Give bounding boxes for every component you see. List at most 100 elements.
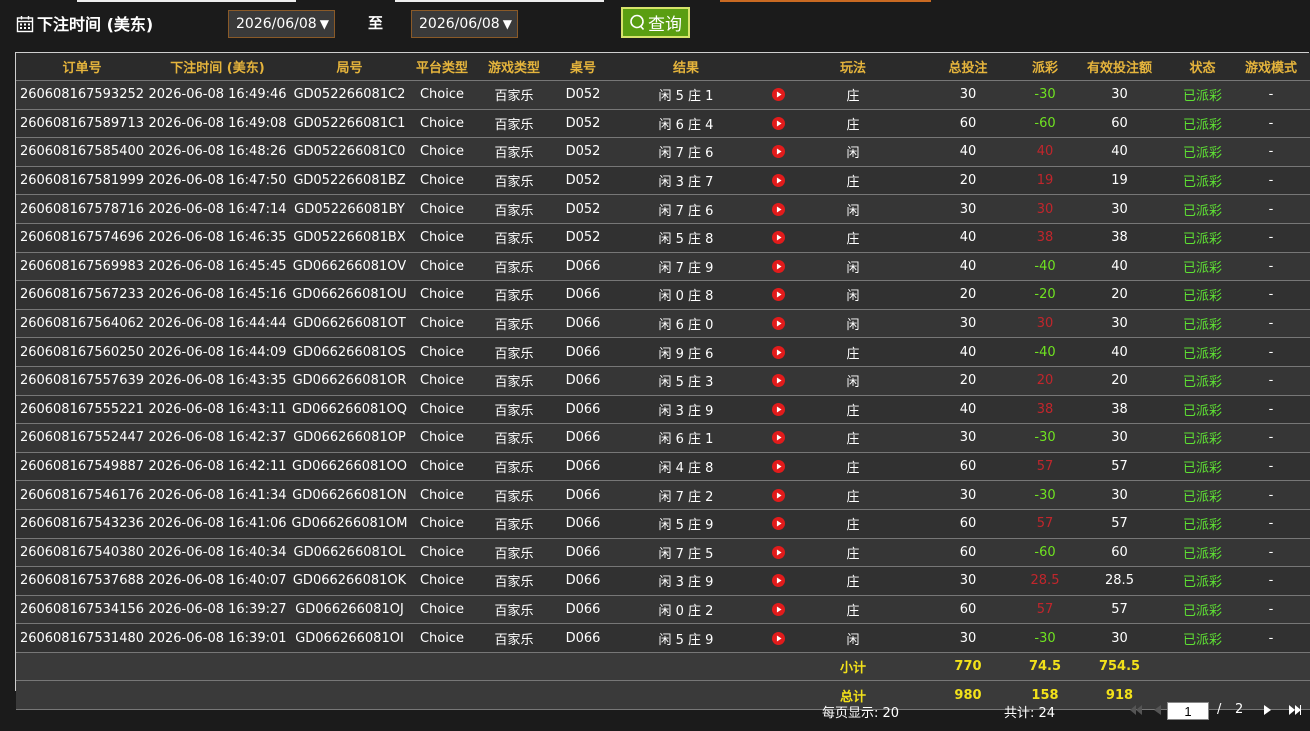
cell-table-no: D066 xyxy=(556,252,610,282)
play-icon[interactable] xyxy=(771,145,785,159)
table-row: 260608167552447 2026-06-08 16:42:37 GD0662… xyxy=(16,423,1310,453)
cell-bet-type: 庄 xyxy=(794,566,912,596)
end-date-select[interactable]: 2026/06/08 ▼ xyxy=(411,10,518,38)
cell-game-type: 百家乐 xyxy=(472,109,556,139)
cell-status: 已派彩 xyxy=(1173,137,1232,167)
replay-cell xyxy=(762,480,794,510)
start-date-value: 2026/06/08 xyxy=(236,16,317,32)
cell-order-id: 260608167555221 xyxy=(16,395,148,425)
cell-payout: -60 xyxy=(1024,109,1066,139)
cell-table-no: D066 xyxy=(556,423,610,453)
cell-round-id: GD052266081BY xyxy=(287,194,412,224)
cell-game-type: 百家乐 xyxy=(472,337,556,367)
filter-bar: 下注时间 (美东) 2026/06/08 ▼ 至 2026/06/08 ▼ 查询 xyxy=(0,0,1310,50)
cell-total-bet: 30 xyxy=(912,309,1024,339)
cell-game-mode: - xyxy=(1232,538,1310,568)
cell-game-type: 百家乐 xyxy=(472,309,556,339)
cell-table-no: D052 xyxy=(556,80,610,110)
cell-total-bet: 30 xyxy=(912,480,1024,510)
last-page-icon[interactable] xyxy=(1289,705,1301,715)
cell-order-id: 260608167564062 xyxy=(16,309,148,339)
cell-payout: 57 xyxy=(1024,452,1066,482)
play-icon[interactable] xyxy=(771,202,785,216)
cell-game-mode: - xyxy=(1232,166,1310,196)
cell-valid-bet: 57 xyxy=(1066,452,1173,482)
cell-valid-bet: 30 xyxy=(1066,480,1173,510)
play-icon[interactable] xyxy=(771,116,785,130)
cell-table-no: D052 xyxy=(556,223,610,253)
page-number-input[interactable] xyxy=(1167,702,1209,720)
play-icon[interactable] xyxy=(771,517,785,531)
play-icon[interactable] xyxy=(771,288,785,302)
cell-result: 闲 6 庄 0 xyxy=(610,309,762,339)
cell-order-id: 260608167557639 xyxy=(16,366,148,396)
cell-valid-bet: 30 xyxy=(1066,423,1173,453)
play-icon[interactable] xyxy=(771,631,785,645)
play-icon[interactable] xyxy=(771,460,785,474)
play-icon[interactable] xyxy=(771,545,785,559)
cell-round-id: GD052266081BX xyxy=(287,223,412,253)
query-button[interactable]: 查询 xyxy=(621,7,690,38)
cell-result: 闲 3 庄 9 xyxy=(610,395,762,425)
cell-platform: Choice xyxy=(412,194,472,224)
cell-valid-bet: 40 xyxy=(1066,252,1173,282)
cell-result: 闲 4 庄 8 xyxy=(610,452,762,482)
cell-table-no: D066 xyxy=(556,309,610,339)
play-icon[interactable] xyxy=(771,345,785,359)
play-icon[interactable] xyxy=(771,431,785,445)
cell-platform: Choice xyxy=(412,423,472,453)
cell-payout: 57 xyxy=(1024,509,1066,539)
cell-bet-time: 2026-06-08 16:42:11 xyxy=(148,452,287,482)
cell-total-bet: 20 xyxy=(912,166,1024,196)
cell-result: 闲 7 庄 9 xyxy=(610,252,762,282)
cell-total-bet: 60 xyxy=(912,109,1024,139)
replay-cell xyxy=(762,194,794,224)
cell-payout: 57 xyxy=(1024,595,1066,625)
table-row: 260608167546176 2026-06-08 16:41:34 GD0662… xyxy=(16,480,1310,510)
query-button-label: 查询 xyxy=(648,15,682,35)
cell-total-bet: 40 xyxy=(912,137,1024,167)
play-icon[interactable] xyxy=(771,317,785,331)
cell-total-bet: 40 xyxy=(912,252,1024,282)
play-icon[interactable] xyxy=(771,174,785,188)
play-icon[interactable] xyxy=(771,488,785,502)
play-icon[interactable] xyxy=(771,402,785,416)
col-platform: 平台类型 xyxy=(412,53,472,81)
replay-cell xyxy=(762,595,794,625)
cell-game-mode: - xyxy=(1232,280,1310,310)
table-row: 260608167585400 2026-06-08 16:48:26 GD0522… xyxy=(16,137,1310,167)
cell-total-bet: 40 xyxy=(912,223,1024,253)
cell-status: 已派彩 xyxy=(1173,280,1232,310)
cell-game-type: 百家乐 xyxy=(472,509,556,539)
next-page-icon[interactable] xyxy=(1264,705,1271,715)
play-icon[interactable] xyxy=(771,88,785,102)
cell-bet-time: 2026-06-08 16:48:26 xyxy=(148,137,287,167)
cell-order-id: 260608167540380 xyxy=(16,538,148,568)
cell-game-type: 百家乐 xyxy=(472,566,556,596)
cell-game-mode: - xyxy=(1232,109,1310,139)
cell-bet-type: 庄 xyxy=(794,480,912,510)
cell-order-id: 260608167567233 xyxy=(16,280,148,310)
replay-cell xyxy=(762,309,794,339)
cell-total-bet: 60 xyxy=(912,509,1024,539)
cell-total-bet: 30 xyxy=(912,623,1024,653)
play-icon[interactable] xyxy=(771,374,785,388)
first-page-icon[interactable] xyxy=(1130,705,1142,715)
cell-result: 闲 7 庄 6 xyxy=(610,194,762,224)
play-icon[interactable] xyxy=(771,231,785,245)
play-icon[interactable] xyxy=(771,574,785,588)
cell-payout: -20 xyxy=(1024,280,1066,310)
cell-order-id: 260608167578716 xyxy=(16,194,148,224)
prev-page-icon[interactable] xyxy=(1154,705,1161,715)
col-replay xyxy=(762,53,794,81)
cell-game-type: 百家乐 xyxy=(472,623,556,653)
cell-game-mode: - xyxy=(1232,252,1310,282)
subtotal-row: 小计 770 74.5 754.5 xyxy=(16,652,1310,682)
cell-result: 闲 3 庄 7 xyxy=(610,166,762,196)
bet-time-label: 下注时间 (美东) xyxy=(37,15,154,34)
play-icon[interactable] xyxy=(771,602,785,616)
cell-result: 闲 7 庄 5 xyxy=(610,538,762,568)
play-icon[interactable] xyxy=(771,259,785,273)
start-date-select[interactable]: 2026/06/08 ▼ xyxy=(228,10,335,38)
cell-round-id: GD066266081ON xyxy=(287,480,412,510)
